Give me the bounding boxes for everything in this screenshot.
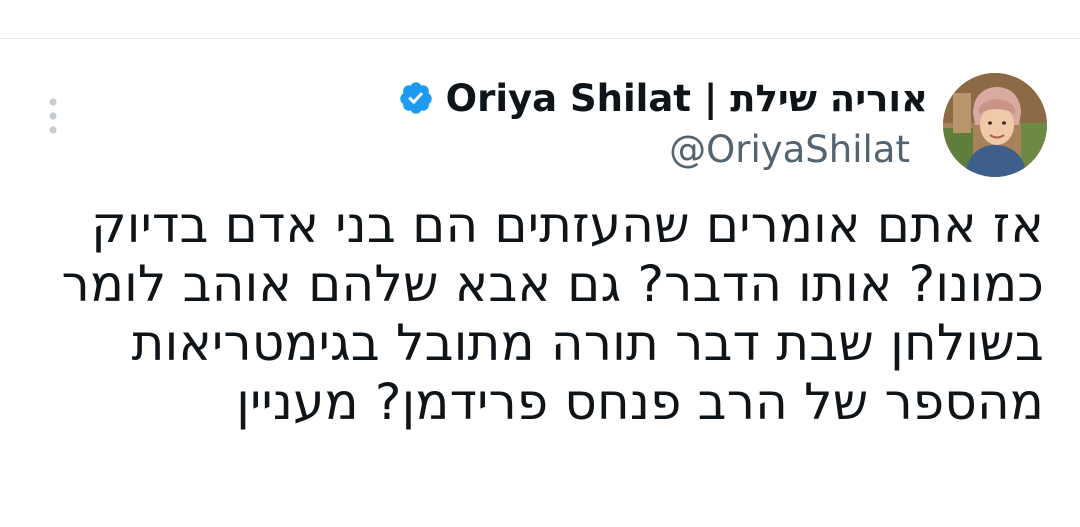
tweet-text-line: כמונו? אותו הדבר? גם אבא שלהם אוהב לומר [61, 255, 1044, 313]
tweet-text-line: אז אתם אומרים שהעזתים הם בני אדם בדיוק [91, 196, 1044, 254]
verified-badge-icon [399, 82, 432, 114]
author-handle[interactable]: @OriyaShilat [669, 128, 910, 171]
author-name-row[interactable]: אוריה שילת | Oriya Shilat [398, 70, 928, 126]
avatar[interactable] [943, 73, 1047, 177]
more-options-button[interactable] [36, 94, 70, 138]
top-divider [0, 38, 1080, 39]
tweet-text-line: מהספר של הרב פנחס פרידמן? מעניין [236, 373, 1044, 431]
vertical-ellipsis-icon [49, 98, 57, 134]
author-display-name[interactable]: אוריה שילת | Oriya Shilat [446, 77, 928, 120]
tweet-text-line: בשולחן שבת דבר תורה מתובל בגימטריאות [131, 314, 1044, 372]
tweet-text: אז אתם אומרים שהעזתים הם בני אדם בדיוק כ… [34, 196, 1044, 432]
profile-photo [943, 73, 1047, 177]
